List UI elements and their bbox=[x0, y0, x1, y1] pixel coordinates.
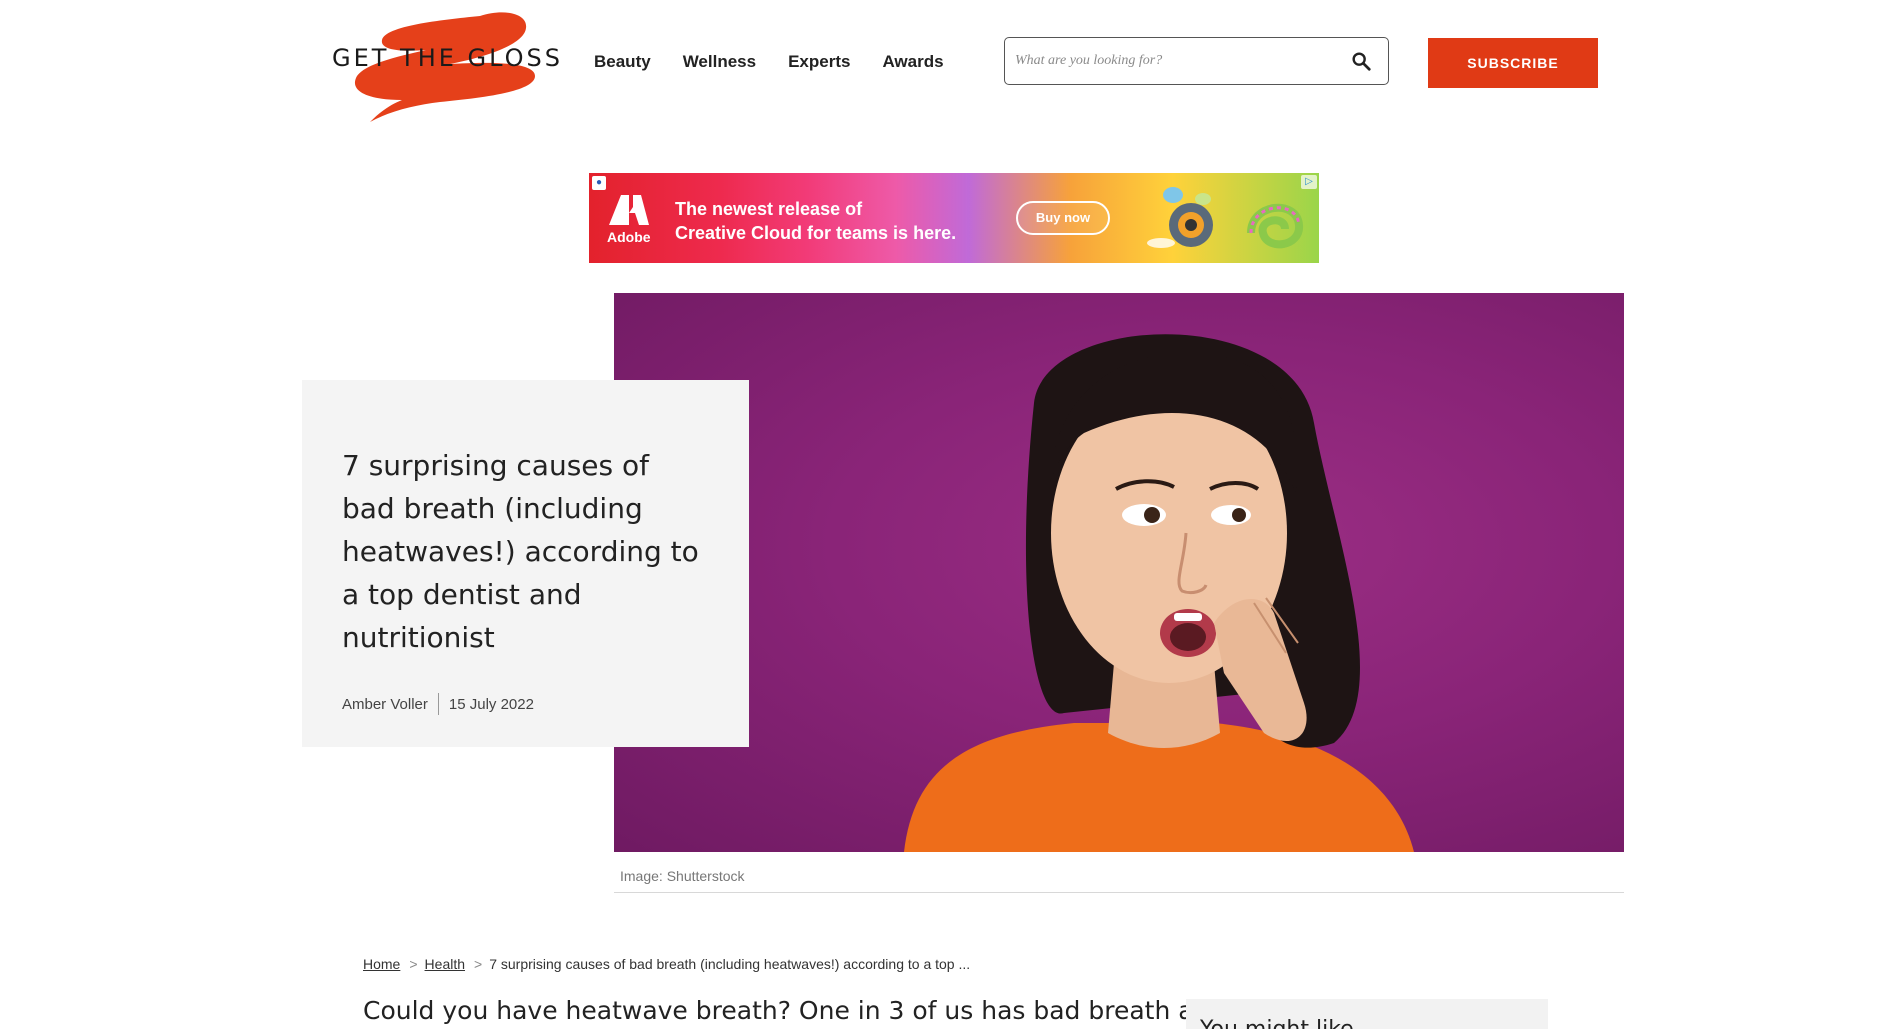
nav-item-wellness[interactable]: Wellness bbox=[683, 52, 756, 72]
sidebar-heading: You might like bbox=[1200, 1017, 1354, 1029]
breadcrumb-separator: > bbox=[474, 956, 483, 972]
article-title-card: 7 surprising causes of bad breath (inclu… bbox=[302, 380, 749, 747]
search-input[interactable] bbox=[1013, 52, 1337, 70]
adchoices-icon[interactable]: ● bbox=[592, 176, 606, 190]
image-caption: Image: Shutterstock bbox=[620, 868, 745, 884]
breadcrumb-home-link[interactable]: Home bbox=[363, 956, 400, 972]
nav-item-beauty[interactable]: Beauty bbox=[594, 52, 651, 72]
ad-headline: The newest release of Creative Cloud for… bbox=[675, 197, 956, 245]
caption-divider bbox=[614, 892, 1624, 893]
search-icon[interactable] bbox=[1350, 50, 1372, 72]
woman-portrait-image bbox=[904, 334, 1414, 852]
logo-text: GET THE GLOSS bbox=[332, 44, 564, 72]
search-box bbox=[1004, 37, 1389, 85]
article-intro: Could you have heatwave breath? One in 3… bbox=[363, 996, 1226, 1025]
ad-headline-line2: Creative Cloud for teams is here. bbox=[675, 223, 957, 243]
breadcrumb-current: 7 surprising causes of bad breath (inclu… bbox=[489, 956, 971, 972]
ad-headline-line1: The newest release of bbox=[675, 199, 863, 219]
nav-item-experts[interactable]: Experts bbox=[788, 52, 850, 72]
byline-divider bbox=[437, 693, 439, 715]
ad-artwork-image bbox=[1147, 187, 1303, 249]
ad-buy-now-button[interactable]: Buy now bbox=[1016, 201, 1110, 235]
breadcrumb: Home > Health > 7 surprising causes of b… bbox=[363, 956, 970, 972]
ad-brand: Adobe bbox=[607, 229, 651, 245]
site-logo[interactable]: GET THE GLOSS bbox=[330, 6, 560, 122]
byline: Amber Voller 15 July 2022 bbox=[342, 693, 709, 715]
ad-banner[interactable]: ● Adobe The newest release of Creative C… bbox=[589, 173, 1319, 263]
publish-date: 15 July 2022 bbox=[448, 695, 534, 713]
article-title: 7 surprising causes of bad breath (inclu… bbox=[342, 449, 699, 654]
subscribe-button[interactable]: SUBSCRIBE bbox=[1428, 38, 1598, 88]
nav-item-awards[interactable]: Awards bbox=[882, 52, 943, 72]
page: GET THE GLOSS Beauty Wellness Experts Aw… bbox=[0, 0, 1900, 1029]
sidebar-related-box: You might like bbox=[1186, 999, 1548, 1029]
main-nav: Beauty Wellness Experts Awards bbox=[594, 52, 944, 72]
breadcrumb-health-link[interactable]: Health bbox=[425, 956, 465, 972]
author-name[interactable]: Amber Voller bbox=[342, 696, 428, 713]
hero-image bbox=[614, 293, 1624, 852]
breadcrumb-separator: > bbox=[409, 956, 418, 972]
ad-info-icon[interactable]: ▷ bbox=[1301, 175, 1317, 189]
